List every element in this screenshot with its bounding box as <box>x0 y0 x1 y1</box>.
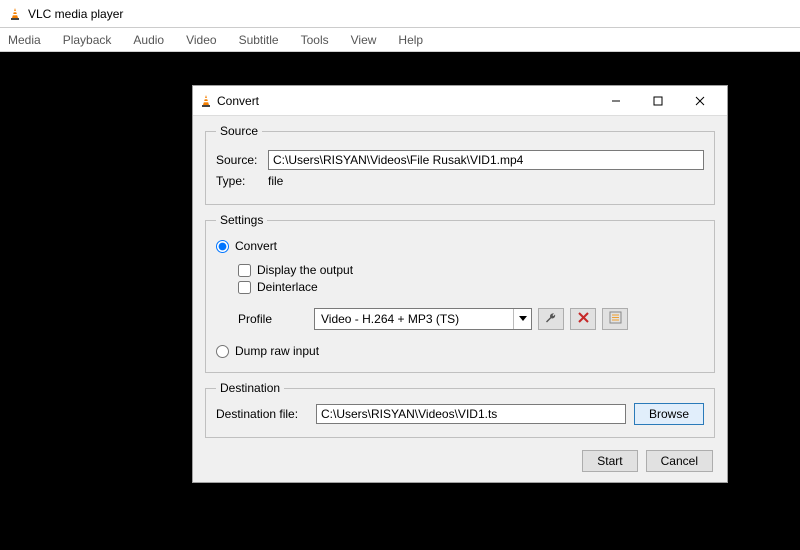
deinterlace-label: Deinterlace <box>257 280 318 294</box>
close-button[interactable] <box>679 87 721 115</box>
menu-playback[interactable]: Playback <box>59 31 116 49</box>
convert-dialog: Convert Source Source: <box>192 85 728 483</box>
menu-subtitle[interactable]: Subtitle <box>235 31 283 49</box>
browse-button[interactable]: Browse <box>634 403 704 425</box>
source-group: Source Source: Type: file <box>205 124 715 205</box>
destination-legend: Destination <box>216 381 284 395</box>
menu-audio[interactable]: Audio <box>129 31 168 49</box>
vlc-cone-icon <box>8 7 22 21</box>
menu-tools[interactable]: Tools <box>297 31 333 49</box>
dialog-titlebar: Convert <box>193 86 727 116</box>
minimize-button[interactable] <box>595 87 637 115</box>
convert-radio[interactable] <box>216 240 229 253</box>
new-profile-icon <box>609 311 622 327</box>
vlc-cone-icon <box>199 94 213 108</box>
wrench-icon <box>544 311 558 328</box>
source-label: Source: <box>216 153 262 167</box>
cancel-button[interactable]: Cancel <box>646 450 713 472</box>
new-profile-button[interactable] <box>602 308 628 330</box>
menubar: Media Playback Audio Video Subtitle Tool… <box>0 28 800 52</box>
app-title: VLC media player <box>28 7 123 21</box>
menu-media[interactable]: Media <box>4 31 45 49</box>
source-input[interactable] <box>268 150 704 170</box>
start-button[interactable]: Start <box>582 450 637 472</box>
destination-input[interactable] <box>316 404 626 424</box>
destination-group: Destination Destination file: Browse <box>205 381 715 438</box>
type-label: Type: <box>216 174 262 188</box>
menu-view[interactable]: View <box>347 31 381 49</box>
type-value: file <box>268 174 283 188</box>
dump-radio[interactable] <box>216 345 229 358</box>
display-output-label: Display the output <box>257 263 353 277</box>
destination-label: Destination file: <box>216 407 308 421</box>
profile-select[interactable]: Video - H.264 + MP3 (TS) <box>314 308 532 330</box>
dialog-title: Convert <box>217 94 259 108</box>
main-titlebar: VLC media player <box>0 0 800 28</box>
settings-legend: Settings <box>216 213 267 227</box>
chevron-down-icon <box>513 309 531 329</box>
convert-radio-label: Convert <box>235 239 277 253</box>
deinterlace-checkbox[interactable] <box>238 281 251 294</box>
profile-select-text: Video - H.264 + MP3 (TS) <box>315 312 513 326</box>
delete-x-icon <box>578 312 589 326</box>
menu-help[interactable]: Help <box>394 31 427 49</box>
maximize-button[interactable] <box>637 87 679 115</box>
dump-radio-label: Dump raw input <box>235 344 319 358</box>
edit-profile-button[interactable] <box>538 308 564 330</box>
profile-label: Profile <box>238 312 308 326</box>
source-legend: Source <box>216 124 262 138</box>
delete-profile-button[interactable] <box>570 308 596 330</box>
settings-group: Settings Convert Display the output Dein… <box>205 213 715 373</box>
menu-video[interactable]: Video <box>182 31 220 49</box>
display-output-checkbox[interactable] <box>238 264 251 277</box>
